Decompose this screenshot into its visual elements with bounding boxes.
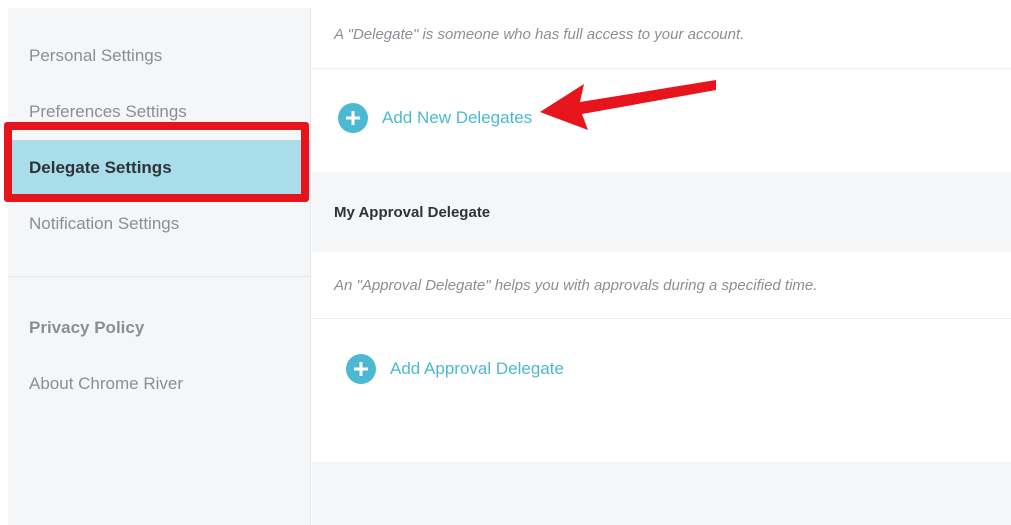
divider (312, 318, 1011, 319)
approval-delegate-description: An "Approval Delegate" helps you with ap… (334, 277, 818, 294)
plus-circle-icon (346, 354, 376, 384)
sidebar-item-privacy-policy[interactable]: Privacy Policy (8, 300, 310, 356)
add-new-delegates-button[interactable]: Add New Delegates (338, 103, 532, 133)
sidebar-item-delegate-settings[interactable]: Delegate Settings (8, 140, 310, 196)
divider (312, 68, 1011, 69)
sidebar-divider (8, 276, 310, 277)
sidebar-item-personal-settings[interactable]: Personal Settings (8, 28, 310, 84)
add-new-delegates-label: Add New Delegates (382, 108, 533, 127)
settings-page: Personal Settings Preferences Settings D… (0, 0, 1011, 525)
delegate-settings-panel: A "Delegate" is someone who has full acc… (312, 0, 1011, 525)
approval-delegate-title: My Approval Delegate (334, 204, 491, 221)
settings-sidebar: Personal Settings Preferences Settings D… (8, 8, 311, 525)
footer-band (312, 462, 1011, 525)
sidebar-item-about-chrome-river[interactable]: About Chrome River (8, 356, 310, 412)
approval-delegate-header: My Approval Delegate (312, 172, 1011, 252)
sidebar-item-preferences-settings[interactable]: Preferences Settings (8, 84, 310, 140)
sidebar-item-notification-settings[interactable]: Notification Settings (8, 196, 310, 252)
add-approval-delegate-label: Add Approval Delegate (390, 359, 564, 378)
delegate-description: A "Delegate" is someone who has full acc… (334, 26, 745, 43)
plus-circle-icon (338, 103, 368, 133)
add-approval-delegate-button[interactable]: Add Approval Delegate (346, 354, 564, 384)
